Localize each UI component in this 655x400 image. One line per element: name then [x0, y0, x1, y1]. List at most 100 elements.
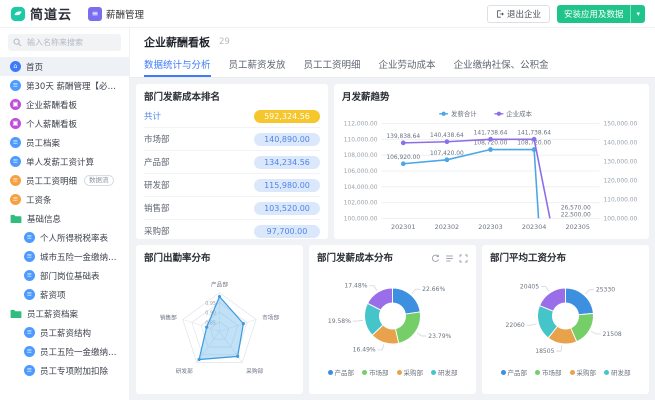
sidebar-item-label: 薪资项	[40, 289, 66, 301]
sidebar-item-label: 第30天 薪酬管理【必看说明】	[26, 80, 123, 92]
refresh-icon[interactable]	[431, 254, 440, 263]
ranking-table: 共计592,324.56市场部140,890.00产品部134,234.56研发…	[144, 105, 320, 242]
svg-text:102,000.00: 102,000.00	[344, 201, 378, 207]
cost-pie-legend: 产品部市场部 采购部研发部	[317, 367, 468, 377]
value-pill: 103,520.00	[254, 202, 320, 215]
sidebar-item-salary-items[interactable]: ≡薪资项	[0, 285, 129, 304]
sidebar-item-label: 个人所得税税率表	[40, 232, 108, 244]
svg-text:销售部: 销售部	[160, 314, 177, 322]
sidebar-item-single-payroll-calc[interactable]: ≡单人发薪工资计算	[0, 152, 129, 171]
sidebar-item-salary-detail[interactable]: ≡员工工资明细数据流	[0, 171, 129, 190]
sidebar-search[interactable]	[8, 34, 121, 51]
table-row: 共计592,324.56	[144, 105, 320, 128]
sidebar-item-salary-structure[interactable]: ≡员工薪资结构	[0, 323, 129, 342]
sidebar-item-label: 首页	[26, 61, 43, 73]
sidebar-item-personal-salary-board[interactable]: ▣个人薪酬看板	[0, 114, 129, 133]
svg-text:22,500.00: 22,500.00	[561, 212, 591, 218]
sidebar-item-salary-guide[interactable]: ≡ 第30天 薪酬管理【必看说明】	[0, 76, 129, 95]
legend-dot	[535, 370, 540, 375]
sidebar-item-tax-rate-table[interactable]: ≡个人所得税税率表	[0, 228, 129, 247]
legend-dot	[604, 370, 609, 375]
chevron-down-icon[interactable]: ▾	[631, 10, 645, 18]
svg-text:100,000.00: 100,000.00	[344, 216, 378, 222]
list-view-icon[interactable]	[445, 254, 454, 263]
svg-text:产品部: 产品部	[211, 281, 228, 289]
radar-chart: 0.950.900.85产品部市场部采购部研发部销售部	[144, 266, 295, 388]
dashboard-icon: ▣	[10, 99, 21, 110]
table-row: 研发部115,980.00	[144, 174, 320, 197]
install-app-button[interactable]: 安装应用及数据 ▾	[557, 5, 645, 23]
form-icon: ≡	[10, 80, 21, 91]
sidebar-item-city-insurance-ratio[interactable]: ≡城市五险一金缴纳比例	[0, 247, 129, 266]
card-title: 部门发薪成本排名	[144, 89, 320, 103]
legend-item[interactable]: 研发部	[604, 367, 631, 377]
member-count[interactable]: 29	[219, 37, 230, 47]
svg-text:141,738.64: 141,738.64	[517, 130, 551, 136]
svg-text:0.95: 0.95	[205, 301, 216, 307]
legend-item[interactable]: 采购部	[397, 367, 424, 377]
sidebar-nav: ⌂首页≡第30天 薪酬管理【必看说明】▣企业薪酬看板▣个人薪酬看板≡员工档案≡单…	[0, 57, 129, 380]
sidebar-item-label: 员工档案	[26, 137, 60, 149]
tab-4[interactable]: 企业缴纳社保、公积金	[454, 52, 549, 77]
sidebar-item-dept-position-table[interactable]: ≡部门岗位基础表	[0, 266, 129, 285]
cost-pie-chart: 22.66%23.79%16.49%19.58%17.48%	[317, 266, 468, 366]
svg-text:18505: 18505	[535, 348, 554, 355]
legend-label: 市场部	[542, 367, 562, 377]
line-chart: 112,000.00110,000.00108,000.00106,000.00…	[342, 105, 641, 237]
sidebar-item-home[interactable]: ⌂首页	[0, 57, 129, 76]
workspace-icon: ≡	[88, 7, 102, 21]
sidebar-item-label: 城市五险一金缴纳比例	[40, 251, 123, 263]
sidebar-item-special-deduction[interactable]: ≡员工专项附加扣除	[0, 361, 129, 380]
workspace-chip[interactable]: ≡ 薪酬管理	[88, 7, 144, 21]
svg-text:104,000.00: 104,000.00	[344, 185, 378, 191]
legend-item[interactable]: 市场部	[362, 367, 389, 377]
svg-text:17.48%: 17.48%	[344, 283, 367, 290]
legend-label: 采购部	[577, 367, 597, 377]
jiandaoyun-logo-icon	[10, 6, 26, 22]
svg-text:22.66%: 22.66%	[422, 286, 445, 293]
tab-0[interactable]: 数据统计与分析	[144, 52, 211, 77]
legend-item[interactable]: 市场部	[535, 367, 562, 377]
main-area: 企业薪酬看板 29 数据统计与分析员工薪资发放员工工资明细企业劳动成本企业缴纳社…	[130, 28, 655, 400]
svg-text:120,000.00: 120,000.00	[604, 178, 638, 184]
legend-item[interactable]: 产品部	[328, 367, 355, 377]
svg-text:202303: 202303	[478, 223, 502, 231]
sidebar-item-insurance-base[interactable]: ≡员工五险一金缴纳基数	[0, 342, 129, 361]
form-icon: ≡	[10, 194, 21, 205]
dashboard-content: 部门发薪成本排名 共计592,324.56市场部140,890.00产品部134…	[130, 78, 655, 400]
sidebar-item-label: 员工薪资结构	[40, 327, 91, 339]
card-title: 部门出勤率分布	[144, 250, 295, 264]
sidebar-item-label: 员工五险一金缴纳基数	[40, 346, 123, 358]
sidebar-item-employee-files[interactable]: ≡员工档案	[0, 133, 129, 152]
legend-label: 产品部	[508, 367, 528, 377]
exit-enterprise-button[interactable]: 退出企业	[487, 5, 550, 23]
legend-item[interactable]: 采购部	[570, 367, 597, 377]
legend-item[interactable]: 产品部	[501, 367, 528, 377]
svg-text:139,838.64: 139,838.64	[386, 134, 420, 140]
tab-2[interactable]: 员工工资明细	[304, 52, 361, 77]
svg-text:发薪合计: 发薪合计	[451, 109, 477, 118]
svg-text:市场部: 市场部	[262, 314, 279, 322]
sidebar-item-salary-slip[interactable]: ≡ 工资条	[0, 190, 129, 209]
legend-label: 采购部	[404, 367, 424, 377]
svg-text:22060: 22060	[506, 322, 525, 329]
dashboard-icon: ▣	[10, 118, 21, 129]
sidebar-item-label: 工资条	[26, 194, 52, 206]
sidebar-item-employee-salary-files[interactable]: 员工薪资档案	[0, 304, 129, 323]
search-input[interactable]	[25, 37, 119, 48]
tab-3[interactable]: 企业劳动成本	[379, 52, 436, 77]
svg-text:202301: 202301	[391, 223, 415, 231]
sidebar-item-basic-info[interactable]: 基础信息	[0, 209, 129, 228]
value-pill: 592,324.56	[254, 110, 320, 123]
fullscreen-icon[interactable]	[459, 254, 468, 263]
svg-text:108,000.00: 108,000.00	[344, 153, 378, 159]
sidebar-item-label: 企业薪酬看板	[26, 99, 77, 111]
legend-item[interactable]: 研发部	[431, 367, 458, 377]
tab-1[interactable]: 员工薪资发放	[229, 52, 286, 77]
exit-icon	[496, 10, 504, 18]
form-icon: ≡	[24, 365, 35, 376]
sidebar-item-enterprise-salary-board[interactable]: ▣ 企业薪酬看板	[0, 95, 129, 114]
svg-text:106,000.00: 106,000.00	[344, 169, 378, 175]
form-icon: ≡	[10, 175, 21, 186]
sidebar-item-label: 员工薪资档案	[27, 308, 78, 320]
